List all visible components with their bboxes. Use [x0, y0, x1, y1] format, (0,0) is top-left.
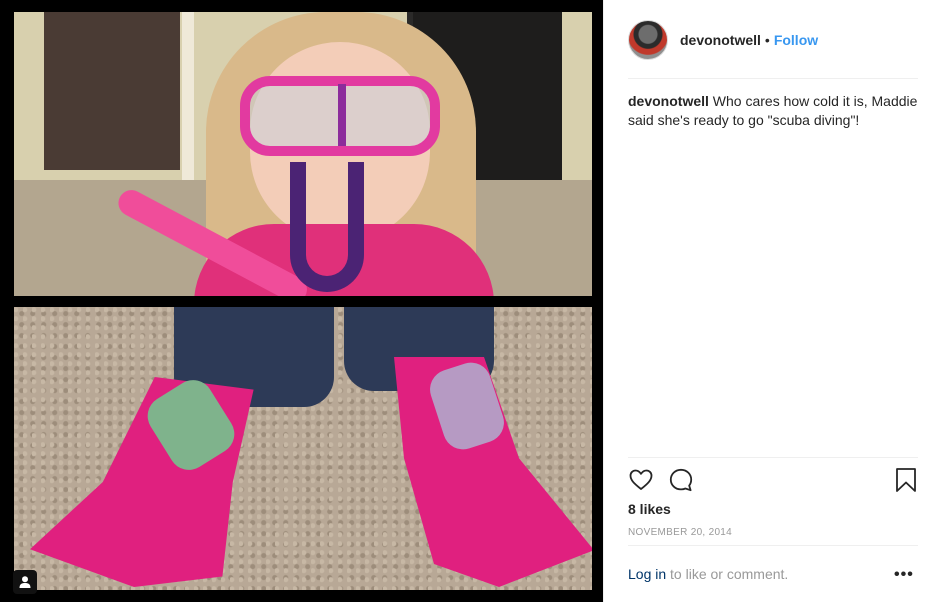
- actions-divider: [628, 457, 918, 458]
- login-prompt: Log in to like or comment.: [628, 566, 788, 582]
- user-tag-icon[interactable]: [13, 570, 37, 594]
- login-prompt-text: to like or comment.: [666, 566, 789, 582]
- photo-flippers: [14, 307, 592, 590]
- post-actions: [628, 467, 918, 495]
- more-options-icon[interactable]: •••: [894, 566, 914, 584]
- post-caption: devonotwell Who cares how cold it is, Ma…: [628, 92, 918, 130]
- avatar[interactable]: [628, 20, 668, 60]
- separator-dot: •: [764, 32, 770, 48]
- username-link[interactable]: devonotwell: [680, 32, 761, 48]
- post-header: devonotwell • Follow: [628, 18, 918, 62]
- login-link[interactable]: Log in: [628, 566, 666, 582]
- post-date[interactable]: NOVEMBER 20, 2014: [628, 527, 732, 538]
- likes-count[interactable]: 8 likes: [628, 501, 671, 517]
- comment-icon[interactable]: [668, 467, 694, 498]
- heart-icon[interactable]: [628, 467, 654, 498]
- post-media[interactable]: [0, 0, 603, 602]
- bookmark-icon[interactable]: [894, 467, 918, 498]
- comment-divider: [628, 545, 918, 546]
- header-divider: [628, 78, 918, 79]
- post-side-panel: devonotwell • Follow devonotwell Who car…: [603, 0, 941, 602]
- photo-snorkel-mask: [14, 12, 592, 296]
- caption-username-link[interactable]: devonotwell: [628, 93, 709, 109]
- follow-button[interactable]: Follow: [774, 32, 818, 48]
